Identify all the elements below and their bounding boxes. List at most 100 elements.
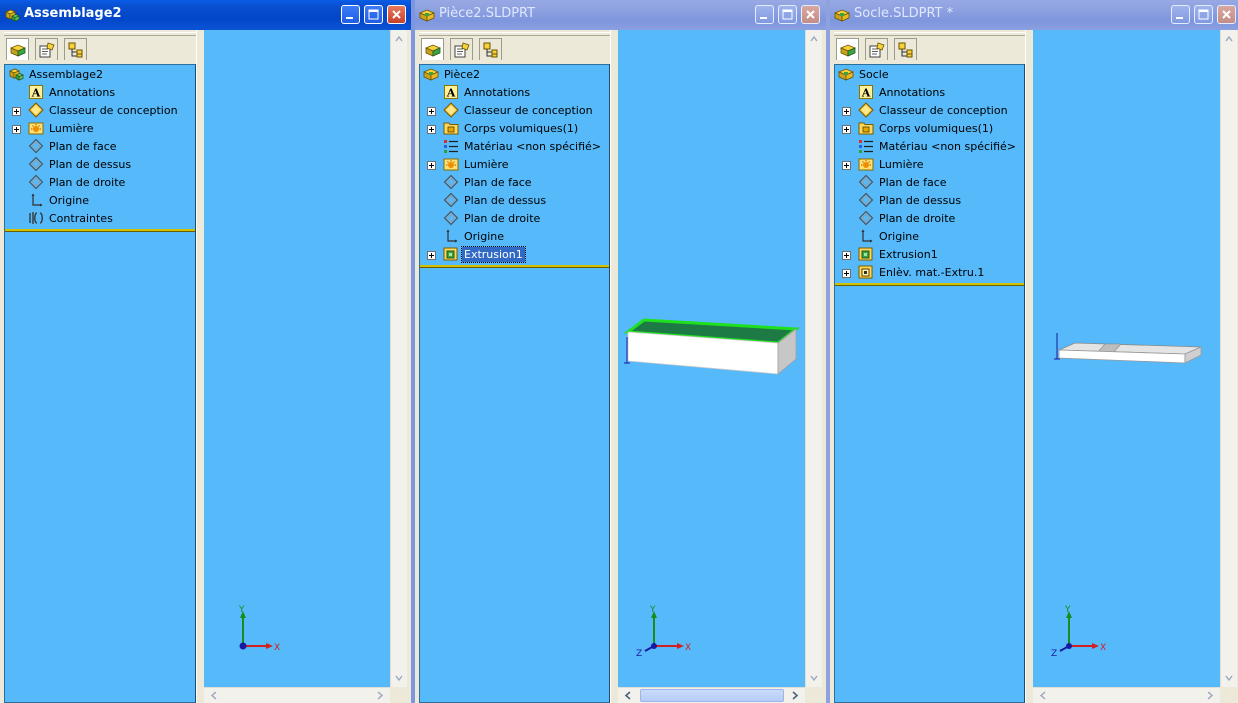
expand-icon[interactable] (12, 107, 21, 116)
configurationmanager-tab[interactable] (479, 38, 502, 60)
scroll-up-icon[interactable] (807, 32, 821, 46)
tree-item-label: Plan de dessus (464, 194, 547, 207)
minimize-button[interactable] (341, 5, 360, 24)
expand-icon[interactable] (842, 125, 851, 134)
feature-tree[interactable]: Pièce2 Annotations Classeur de conception C… (419, 64, 610, 703)
featuremanager-tab[interactable] (421, 38, 444, 60)
close-icon (1222, 10, 1231, 19)
triad-axis-icon: Y X (238, 605, 280, 653)
tree-item-label: Plan de face (49, 140, 117, 153)
assembly-window[interactable]: Assemblage2 Assemblage2 Annotations Classe… (0, 0, 411, 703)
plane-icon (28, 138, 44, 154)
window-title: Assemblage2 (24, 6, 122, 21)
graphics-area[interactable]: Y X Z (618, 30, 805, 703)
close-button[interactable] (387, 5, 406, 24)
maximize-icon (368, 9, 379, 20)
propertymanager-tab[interactable] (865, 38, 888, 60)
configurationmanager-icon (898, 42, 914, 58)
maximize-button[interactable] (778, 5, 797, 24)
minimize-button[interactable] (1171, 5, 1190, 24)
maximize-button[interactable] (1194, 5, 1213, 24)
expand-icon[interactable] (842, 269, 851, 278)
configurationmanager-tab[interactable] (64, 38, 87, 60)
tree-item-label: Enlèv. mat.-Extru.1 (879, 266, 985, 279)
scroll-down-icon[interactable] (807, 671, 821, 685)
horizontal-scrollbar[interactable] (618, 687, 805, 703)
assembly-icon (4, 7, 20, 23)
title-bar[interactable]: Pièce2.SLDPRT (415, 0, 826, 30)
horizontal-scrollbar[interactable] (1033, 687, 1220, 703)
minimize-icon (760, 17, 767, 19)
rollback-bar[interactable] (5, 229, 195, 232)
extrude-icon (443, 246, 459, 262)
annotations-icon (443, 84, 459, 100)
tree-item-label: Corps volumiques(1) (879, 122, 994, 135)
axis-y-label: Y (1064, 605, 1071, 615)
expand-icon[interactable] (842, 161, 851, 170)
expand-icon[interactable] (842, 251, 851, 260)
rollback-bar[interactable] (835, 283, 1024, 286)
vertical-scrollbar[interactable] (1220, 30, 1237, 687)
tree-item-label: Lumière (49, 122, 94, 135)
scroll-left-icon[interactable] (1035, 688, 1051, 703)
graphics-area[interactable]: Y X Z (1033, 30, 1220, 703)
title-bar[interactable]: Assemblage2 (0, 0, 411, 30)
scroll-right-icon[interactable] (372, 688, 388, 703)
scroll-left-icon[interactable] (620, 688, 636, 703)
configurationmanager-tab[interactable] (894, 38, 917, 60)
horizontal-scrollbar[interactable] (204, 687, 390, 703)
part-icon (834, 7, 850, 23)
minimize-button[interactable] (755, 5, 774, 24)
expand-icon[interactable] (842, 107, 851, 116)
expand-icon[interactable] (12, 125, 21, 134)
close-button[interactable] (1217, 5, 1236, 24)
close-button[interactable] (801, 5, 820, 24)
tree-item-label: Plan de face (879, 176, 947, 189)
title-bar[interactable]: Socle.SLDPRT * (830, 0, 1238, 30)
scroll-left-icon[interactable] (206, 688, 222, 703)
extruded-plate-model[interactable] (618, 315, 805, 375)
assembly-icon (8, 66, 24, 82)
feature-tree[interactable]: Socle Annotations Classeur de conception Co… (834, 64, 1025, 703)
scroll-thumb[interactable] (640, 689, 784, 702)
expand-icon[interactable] (427, 161, 436, 170)
scroll-corner (1220, 687, 1237, 703)
tree-item-label: Plan de droite (464, 212, 541, 225)
propertymanager-tab[interactable] (450, 38, 473, 60)
featuremanager-tab[interactable] (6, 38, 29, 60)
propertymanager-tab[interactable] (35, 38, 58, 60)
socle-window[interactable]: Socle.SLDPRT * Socle Annotations Classeur … (830, 0, 1238, 703)
solid-bodies-icon (858, 120, 874, 136)
axis-y-label: Y (649, 605, 656, 615)
vertical-scrollbar[interactable] (805, 30, 822, 687)
vertical-scrollbar[interactable] (390, 30, 407, 687)
scroll-up-icon[interactable] (1222, 32, 1236, 46)
scroll-corner (805, 687, 822, 703)
expand-icon[interactable] (427, 107, 436, 116)
socle-model[interactable] (1033, 327, 1220, 377)
expand-icon[interactable] (427, 251, 436, 260)
scroll-up-icon[interactable] (392, 32, 406, 46)
material-icon (858, 138, 874, 154)
configurationmanager-icon (68, 42, 84, 58)
extrude-icon (858, 246, 874, 262)
tree-item-label: Plan de face (464, 176, 532, 189)
featuremanager-tab[interactable] (836, 38, 859, 60)
scroll-right-icon[interactable] (787, 688, 803, 703)
maximize-button[interactable] (364, 5, 383, 24)
expand-icon[interactable] (427, 125, 436, 134)
minimize-icon (346, 17, 353, 19)
plane-icon (443, 210, 459, 226)
scroll-corner (390, 687, 407, 703)
scroll-right-icon[interactable] (1202, 688, 1218, 703)
part-window[interactable]: Pièce2.SLDPRT Pièce2 Annotations Classeur … (415, 0, 826, 703)
graphics-area[interactable]: Y X (204, 30, 390, 703)
material-icon (443, 138, 459, 154)
scroll-down-icon[interactable] (392, 671, 406, 685)
tree-item-label: Contraintes (49, 212, 113, 225)
lighting-icon (28, 120, 44, 136)
rollback-bar[interactable] (420, 265, 609, 268)
scroll-down-icon[interactable] (1222, 671, 1236, 685)
feature-tree[interactable]: Assemblage2 Annotations Classeur de concep… (4, 64, 196, 703)
origin-icon (858, 228, 874, 244)
